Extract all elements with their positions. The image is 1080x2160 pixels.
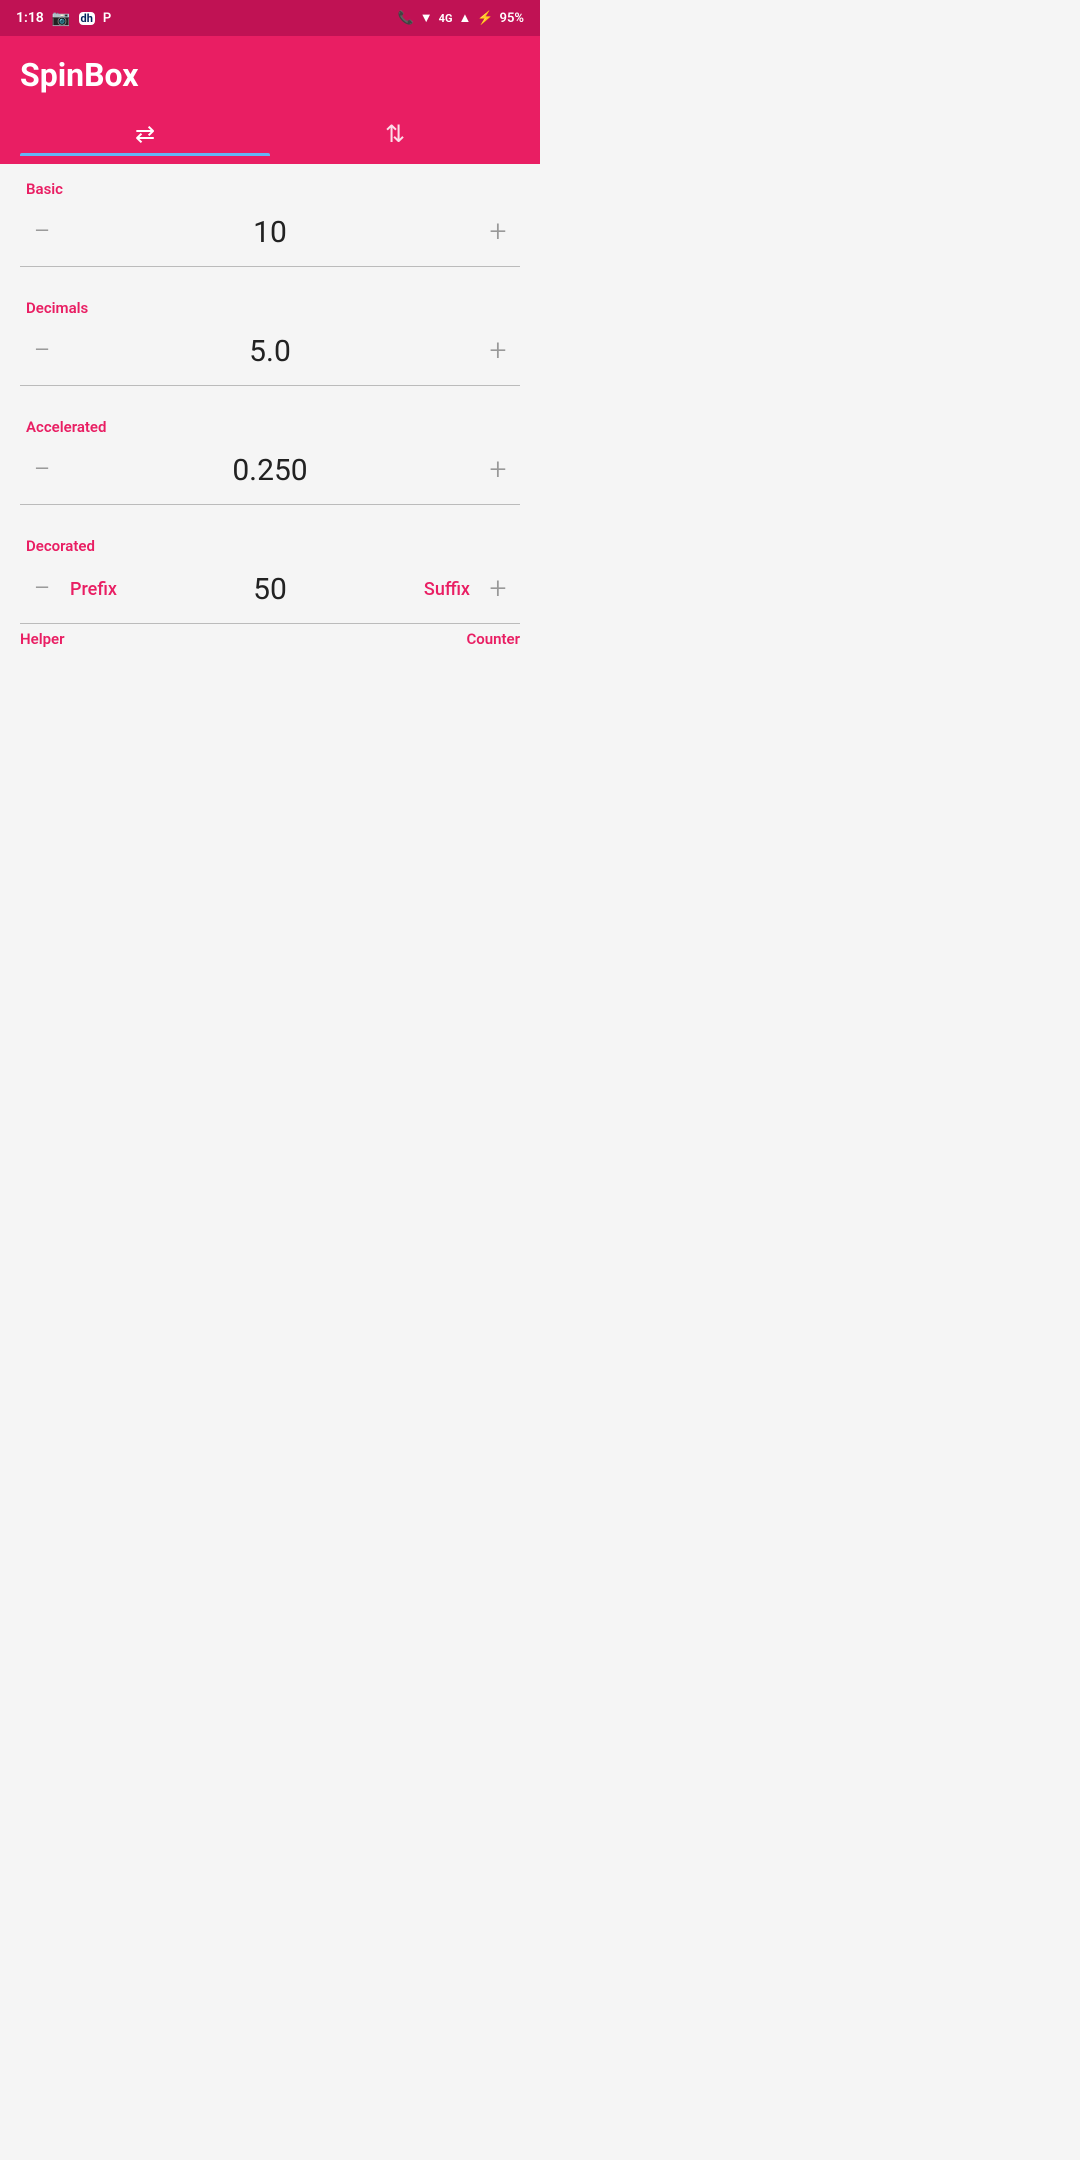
app-title: SpinBox bbox=[20, 56, 520, 94]
spinbox-decorated-value: 50 bbox=[130, 572, 410, 607]
spinbox-accelerated-label: Accelerated bbox=[20, 418, 520, 436]
app-bar: SpinBox ⇄ ⇅ bbox=[0, 36, 540, 164]
status-bar: 1:18 📷 dh P 📞 ▼ 4G ▲ ⚡ 95% bbox=[0, 0, 540, 36]
battery-icon: ⚡ bbox=[477, 11, 493, 26]
spinbox-decimals-row: − 5.0 + bbox=[20, 321, 520, 385]
wifi-icon: ▼ bbox=[420, 10, 433, 26]
spinbox-prefix: Prefix bbox=[70, 579, 130, 600]
vertical-icon: ⇅ bbox=[385, 122, 405, 146]
signal-4g-icon: 4G bbox=[439, 12, 453, 25]
helper-text: Helper bbox=[20, 630, 65, 648]
spinbox-decimals-divider bbox=[20, 385, 520, 386]
spinbox-basic-divider bbox=[20, 266, 520, 267]
spinbox-basic: Basic − 10 + bbox=[0, 164, 540, 267]
status-left: 1:18 📷 dh P bbox=[16, 9, 111, 27]
spinbox-decorated-minus[interactable]: − bbox=[20, 567, 64, 611]
spinbox-basic-value: 10 bbox=[64, 215, 476, 250]
spinbox-decimals-minus[interactable]: − bbox=[20, 329, 64, 373]
spinbox-accelerated-minus[interactable]: − bbox=[20, 448, 64, 492]
spinbox-decimals-plus[interactable]: + bbox=[476, 329, 520, 373]
content: Basic − 10 + Decimals − 5.0 + Accelerate… bbox=[0, 164, 540, 654]
spinbox-accelerated-row: − 0.250 + bbox=[20, 440, 520, 504]
spinbox-accelerated-divider bbox=[20, 504, 520, 505]
signal-bars-icon: ▲ bbox=[458, 10, 471, 26]
spinbox-suffix: Suffix bbox=[410, 579, 470, 600]
spinbox-accelerated-plus[interactable]: + bbox=[476, 448, 520, 492]
spinbox-basic-row: − 10 + bbox=[20, 202, 520, 266]
spinbox-decimals: Decimals − 5.0 + bbox=[0, 283, 540, 386]
horizontal-icon: ⇄ bbox=[135, 122, 155, 146]
spinbox-decorated: Decorated − Prefix 50 Suffix + bbox=[0, 521, 540, 624]
voip-icon: 📞 bbox=[398, 11, 414, 26]
helper-counter-row: Helper Counter bbox=[0, 624, 540, 654]
spinbox-basic-label: Basic bbox=[20, 180, 520, 198]
counter-text: Counter bbox=[466, 630, 520, 648]
tab-bar: ⇄ ⇅ bbox=[20, 112, 520, 154]
tab-vertical[interactable]: ⇅ bbox=[270, 112, 520, 154]
spinbox-decorated-label: Decorated bbox=[20, 537, 520, 555]
battery-percent: 95% bbox=[500, 11, 524, 26]
spinbox-decorated-plus[interactable]: + bbox=[476, 567, 520, 611]
tab-horizontal[interactable]: ⇄ bbox=[20, 112, 270, 154]
spinbox-basic-plus[interactable]: + bbox=[476, 210, 520, 254]
spinbox-decorated-row: − Prefix 50 Suffix + bbox=[20, 559, 520, 623]
spinbox-accelerated-value: 0.250 bbox=[64, 453, 476, 488]
status-right: 📞 ▼ 4G ▲ ⚡ 95% bbox=[398, 10, 524, 26]
spinbox-decimals-label: Decimals bbox=[20, 299, 520, 317]
plex-icon: P bbox=[103, 11, 111, 26]
time: 1:18 bbox=[16, 10, 44, 26]
spinbox-basic-minus[interactable]: − bbox=[20, 210, 64, 254]
spinbox-accelerated: Accelerated − 0.250 + bbox=[0, 402, 540, 505]
disney-icon: dh bbox=[79, 12, 95, 25]
spinbox-decimals-value: 5.0 bbox=[64, 334, 476, 369]
instagram-icon: 📷 bbox=[52, 9, 71, 27]
